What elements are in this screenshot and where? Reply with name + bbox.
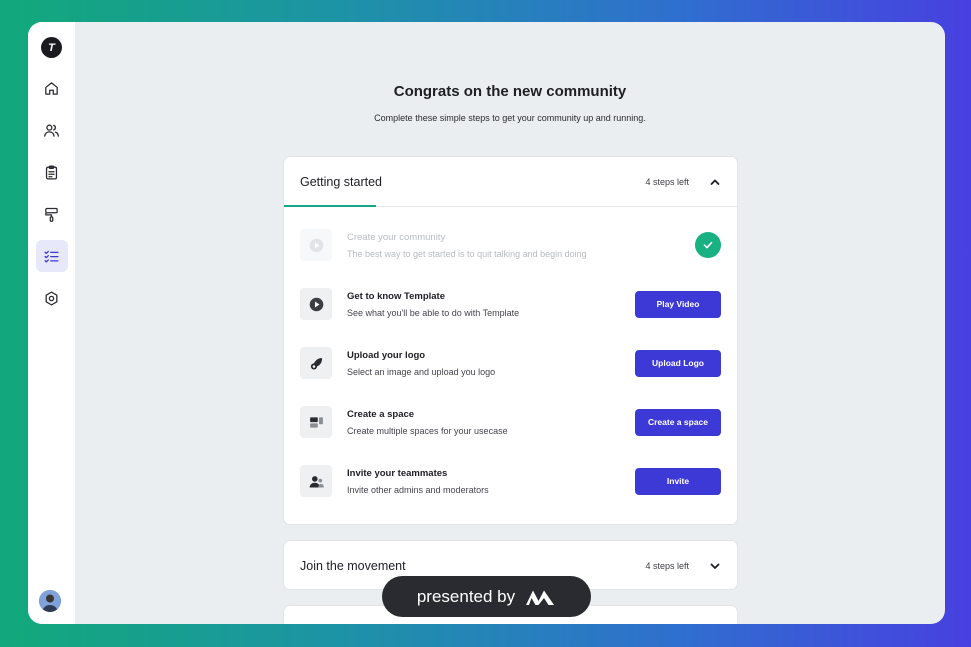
upload-logo-button[interactable]: Upload Logo xyxy=(635,349,721,377)
create-space-button[interactable]: Create a space xyxy=(635,408,721,436)
brand-logo-icon xyxy=(526,590,555,605)
chevron-up-icon[interactable] xyxy=(709,176,721,188)
invite-button[interactable]: Invite xyxy=(635,467,721,495)
sidebar-item-appearance[interactable] xyxy=(36,198,68,230)
getting-started-card: Getting started 4 steps left Create your… xyxy=(283,156,738,525)
app-window: T Congrats on the new community Complete… xyxy=(28,22,945,624)
section-title: Getting started xyxy=(300,174,382,189)
step-invite-teammates: Invite your teammates Invite other admin… xyxy=(300,461,721,501)
play-icon xyxy=(309,297,323,311)
step-description: See what you'll be able to do with Templ… xyxy=(347,307,520,318)
user-avatar[interactable] xyxy=(39,590,61,612)
step-create-space: Create a space Create multiple spaces fo… xyxy=(300,402,721,442)
sidebar-item-home[interactable] xyxy=(36,72,68,104)
sidebar-item-members[interactable] xyxy=(36,114,68,146)
step-title: Get to know Template xyxy=(347,290,446,302)
clipboard-icon xyxy=(45,164,58,180)
page-subtitle: Complete these simple steps to get your … xyxy=(374,113,646,123)
main-content: Congrats on the new community Complete t… xyxy=(75,22,945,624)
step-description: Invite other admins and moderators xyxy=(347,484,489,495)
step-create-community: Create your community The best way to ge… xyxy=(300,225,721,265)
paint-roller-icon xyxy=(45,207,58,222)
steps-left-count: 4 steps left xyxy=(645,561,689,571)
play-icon xyxy=(309,238,323,252)
step-title: Invite your teammates xyxy=(347,467,448,479)
section-title: Join the movement xyxy=(300,559,406,573)
sidebar-item-settings[interactable] xyxy=(36,282,68,314)
sidebar-item-onboarding[interactable] xyxy=(35,240,68,272)
page-title: Congrats on the new community xyxy=(393,83,627,100)
getting-started-header[interactable]: Getting started 4 steps left xyxy=(284,157,737,207)
step-title: Create your community xyxy=(347,231,446,243)
play-video-button[interactable]: Play Video xyxy=(635,290,721,318)
invite-user-icon xyxy=(309,475,324,487)
step-icon-box xyxy=(300,406,332,438)
step-description: The best way to get started is to quit t… xyxy=(347,248,587,259)
step-icon-box xyxy=(300,465,332,497)
presented-by-text: presented by xyxy=(416,586,516,606)
spaces-icon xyxy=(309,416,323,428)
presented-by-badge: presented by xyxy=(382,576,591,617)
chevron-down-icon[interactable] xyxy=(709,560,721,572)
step-icon-box xyxy=(300,229,332,261)
users-icon xyxy=(44,124,59,137)
rocket-icon xyxy=(310,357,322,370)
step-get-to-know: Get to know Template See what you'll be … xyxy=(300,284,721,324)
completed-check xyxy=(695,232,721,258)
step-icon-box xyxy=(300,347,332,379)
step-description: Create multiple spaces for your usecase xyxy=(347,425,508,436)
step-description: Select an image and upload you logo xyxy=(347,366,496,377)
checkmark-icon xyxy=(703,241,713,249)
home-icon xyxy=(45,81,58,95)
section-tab-underline xyxy=(284,205,376,207)
step-upload-logo: Upload your logo Select an image and upl… xyxy=(300,343,721,383)
sidebar: T xyxy=(28,22,75,624)
settings-icon xyxy=(45,290,58,306)
avatar-image xyxy=(39,590,61,612)
checklist-icon xyxy=(44,250,59,263)
steps-left-count: 4 steps left xyxy=(645,176,689,187)
step-title: Create a space xyxy=(347,408,415,420)
step-title: Upload your logo xyxy=(347,349,426,361)
sidebar-item-tasks[interactable] xyxy=(36,156,68,188)
community-logo[interactable]: T xyxy=(41,37,62,58)
step-icon-box xyxy=(300,288,332,320)
